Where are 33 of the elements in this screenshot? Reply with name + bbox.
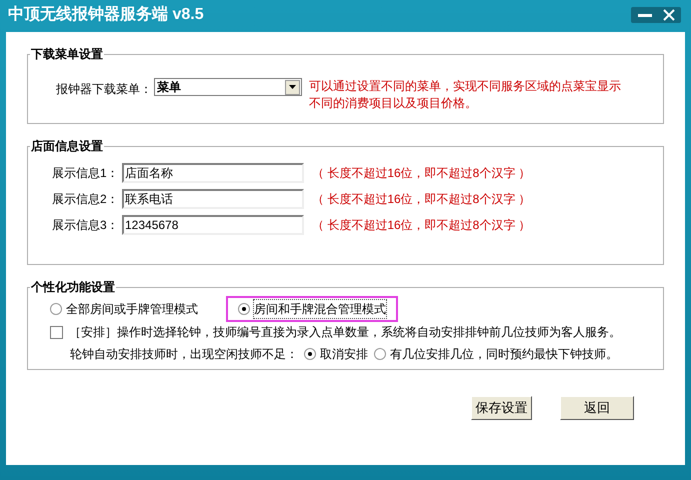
option-label: 轮钟自动安排技师时，出现空闲技师不足： — [70, 346, 298, 363]
radio-button[interactable] — [304, 348, 316, 360]
group-title: 个性化功能设置 — [30, 279, 116, 295]
hint-text: （ 长度不超过16位，即不超过8个汉字 ） — [312, 165, 531, 182]
group-title: 下载菜单设置 — [30, 46, 104, 62]
caret-icon — [289, 85, 296, 89]
input-field[interactable]: 12345678 — [122, 215, 304, 235]
input-field[interactable]: 店面名称 — [122, 163, 304, 183]
menu-dropdown[interactable]: 菜单 — [154, 78, 302, 96]
dialog-button[interactable]: 返回 — [560, 396, 634, 420]
dropdown-arrow-button[interactable] — [285, 80, 300, 94]
input-field[interactable]: 联系电话 — [122, 189, 304, 209]
group-title: 店面信息设置 — [30, 138, 104, 154]
radio-button[interactable] — [50, 303, 62, 315]
radio-label: 房间和手牌混合管理模式 — [254, 300, 386, 318]
hint-text: 可以通过设置不同的菜单，实现不同服务区域的点菜宝显示 — [309, 78, 621, 95]
radio-label: 有几位安排几位，同时预约最快下钟技师。 — [390, 346, 618, 363]
checkbox-label: ［安排］操作时选择轮钟，技师编号直接为录入点单数量，系统将自动安排排钟前几位技师为客人服务。 — [69, 324, 621, 341]
hint-text: （ 长度不超过16位，即不超过8个汉字 ） — [312, 191, 531, 208]
field-label: 展示信息3： — [52, 217, 120, 234]
field-label: 展示信息1： — [52, 165, 120, 182]
radio-label: 取消安排 — [320, 346, 368, 363]
hint-text: （ 长度不超过16位，即不超过8个汉字 ） — [312, 217, 531, 234]
window-title: 中顶无线报钟器服务端 v8.5 — [8, 4, 204, 25]
radio-label: 全部房间或手牌管理模式 — [66, 301, 198, 318]
hint-text: 不同的消费项目以及项目价格。 — [309, 95, 478, 112]
field-label: 报钟器下载菜单： — [56, 81, 152, 98]
dialog-button[interactable]: 保存设置 — [471, 396, 532, 420]
field-label: 展示信息2： — [52, 191, 120, 208]
radio-button[interactable] — [374, 348, 386, 360]
checkbox[interactable] — [50, 326, 63, 338]
close-icon[interactable] — [663, 9, 675, 21]
radio-button[interactable] — [238, 303, 250, 315]
